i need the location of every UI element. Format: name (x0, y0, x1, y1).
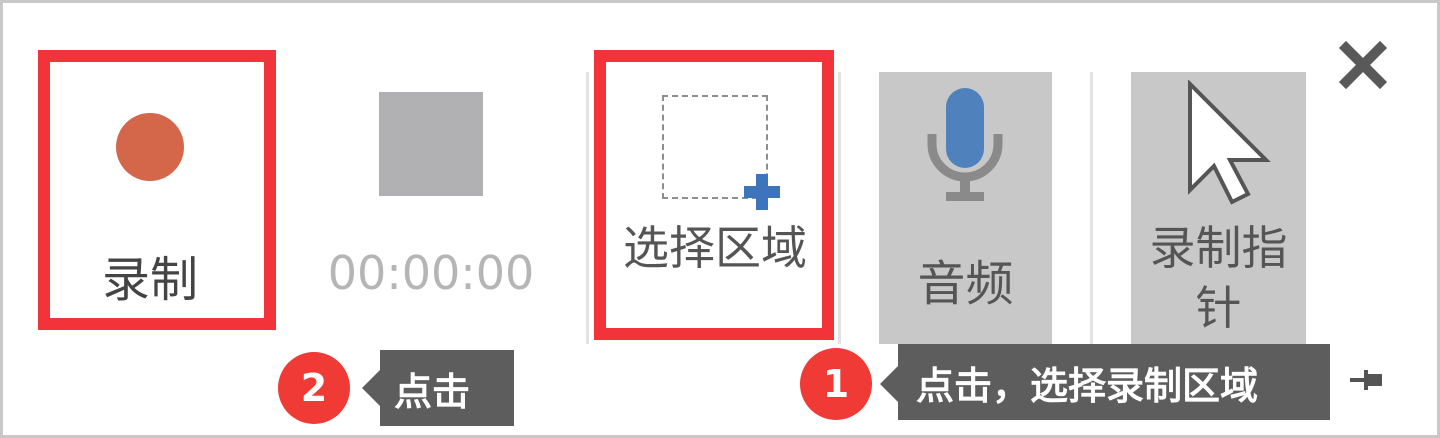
callout-arrow (880, 364, 900, 404)
callout-tip-2: 点击 (380, 350, 514, 426)
stop-icon (379, 92, 483, 196)
highlight-box-record (38, 50, 276, 330)
record-pointer-label: 录制指针 (1149, 221, 1288, 335)
audio-label: 音频 (917, 256, 1014, 312)
close-icon[interactable] (1338, 40, 1388, 90)
callout-tip-1: 点击，选择录制区域 (898, 344, 1330, 420)
callout-badge-2: 2 (278, 352, 350, 424)
timer-readout: 00:00:00 (327, 246, 535, 300)
separator (586, 72, 589, 344)
separator (838, 72, 841, 344)
callout-arrow (362, 368, 382, 408)
callout-badge-1: 1 (800, 348, 872, 420)
pointer-icon (1188, 80, 1271, 205)
separator (1090, 72, 1093, 344)
pin-icon[interactable] (1350, 366, 1384, 394)
highlight-box-select-area (594, 50, 834, 340)
microphone-icon (927, 88, 1003, 201)
